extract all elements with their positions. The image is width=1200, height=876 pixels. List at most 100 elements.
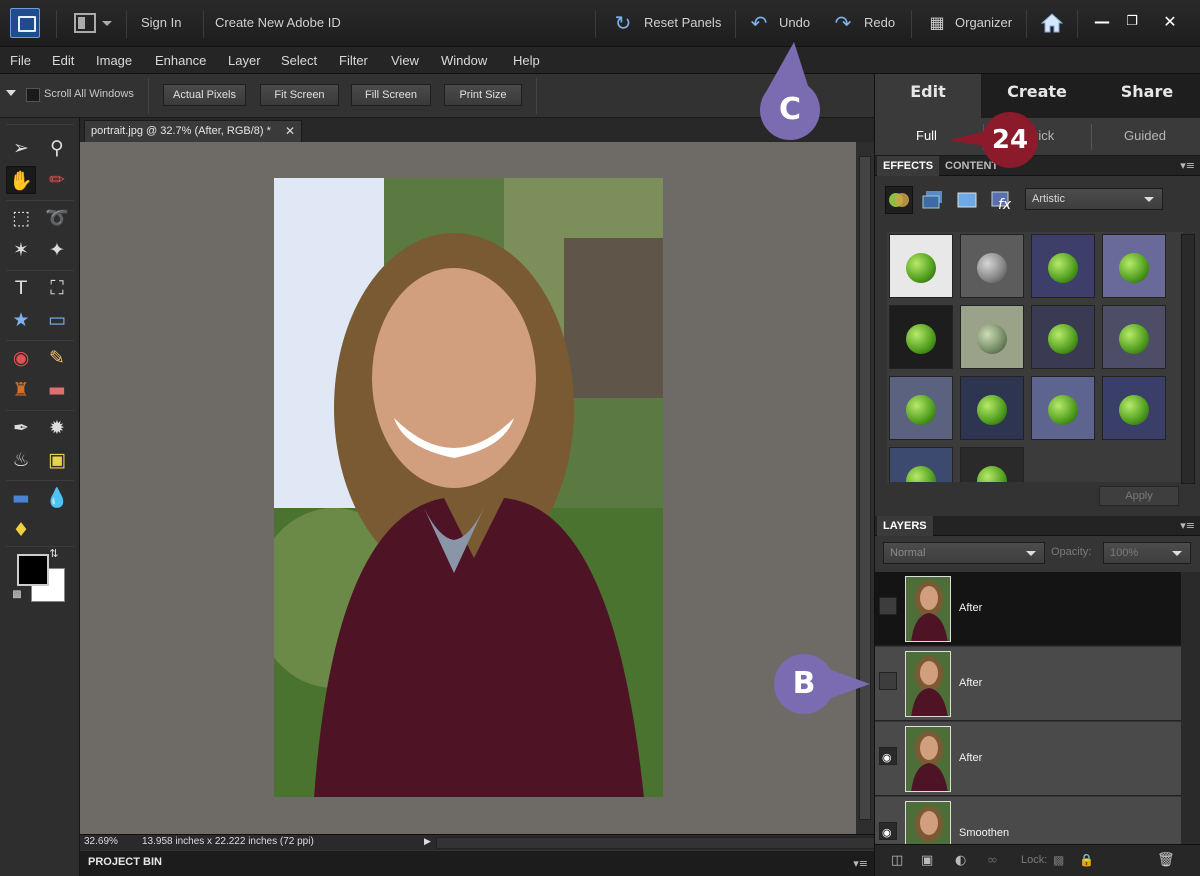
blur-tool-icon[interactable]: 💧: [42, 484, 72, 512]
effect-thumbnail[interactable]: [889, 376, 953, 440]
actual-pixels-button[interactable]: Actual Pixels: [163, 84, 246, 106]
marquee-tool-icon[interactable]: ⬚: [6, 204, 36, 232]
lasso-tool-icon[interactable]: ➰: [42, 204, 72, 232]
menu-edit[interactable]: Edit: [52, 53, 74, 68]
undo-button[interactable]: Undo: [779, 15, 810, 30]
effect-thumbnail[interactable]: [889, 447, 953, 482]
zoom-tool-icon[interactable]: ⚲: [42, 134, 72, 162]
brush-tool-icon[interactable]: ✒: [6, 414, 36, 442]
layer-row[interactable]: ◉ Smoothen: [875, 797, 1181, 845]
portrait-photo[interactable]: [274, 178, 663, 797]
scroll-all-windows-checkbox[interactable]: [26, 88, 40, 102]
eraser-tool-icon[interactable]: ▬: [42, 376, 72, 404]
effect-thumbnail[interactable]: [960, 234, 1024, 298]
foreground-color-swatch[interactable]: [17, 554, 49, 586]
effect-thumbnail[interactable]: [889, 234, 953, 298]
menu-image[interactable]: Image: [96, 53, 132, 68]
menu-help[interactable]: Help: [513, 53, 540, 68]
reset-panels-button[interactable]: Reset Panels: [644, 15, 721, 30]
filters-icon[interactable]: [885, 186, 913, 214]
adjustment-layer-icon[interactable]: ◐: [955, 853, 966, 868]
panel-menu-icon[interactable]: ▾≡: [1180, 159, 1195, 172]
tab-edit[interactable]: Edit: [875, 74, 981, 118]
effect-thumbnail[interactable]: [960, 447, 1024, 482]
layer-visibility-toggle[interactable]: ◉: [879, 747, 897, 765]
restore-button[interactable]: ❐: [1120, 10, 1144, 34]
lock-all-icon[interactable]: 🔒: [1079, 853, 1094, 867]
close-icon[interactable]: ✕: [285, 124, 295, 138]
chevron-down-icon[interactable]: [102, 21, 112, 26]
organizer-button[interactable]: Organizer: [955, 15, 1012, 30]
fill-screen-button[interactable]: Fill Screen: [351, 84, 431, 106]
effects-category-select[interactable]: Artistic: [1025, 188, 1163, 210]
effect-thumbnail[interactable]: [960, 376, 1024, 440]
organizer-icon[interactable]: ▦: [926, 12, 948, 34]
effect-thumbnail[interactable]: [1102, 376, 1166, 440]
menu-enhance[interactable]: Enhance: [155, 53, 206, 68]
crop-tool-icon[interactable]: ⛶: [42, 274, 72, 302]
effect-thumbnail[interactable]: [1031, 305, 1095, 369]
effect-thumbnail[interactable]: [889, 305, 953, 369]
create-adobe-id-link[interactable]: Create New Adobe ID: [215, 15, 341, 30]
arrange-documents-icon[interactable]: [74, 13, 96, 33]
menu-window[interactable]: Window: [441, 53, 487, 68]
tab-full[interactable]: Full: [916, 128, 937, 143]
effect-thumbnail[interactable]: [1102, 234, 1166, 298]
effect-thumbnail[interactable]: [1031, 376, 1095, 440]
magic-wand-tool-icon[interactable]: ✶: [6, 236, 36, 264]
document-vertical-scrollbar[interactable]: [856, 142, 874, 834]
effect-thumbnail[interactable]: [1031, 234, 1095, 298]
redo-icon[interactable]: ↷: [832, 12, 854, 34]
sign-in-link[interactable]: Sign In: [141, 15, 181, 30]
blend-mode-select[interactable]: Normal: [883, 542, 1045, 564]
spot-healing-tool-icon[interactable]: ✎: [42, 344, 72, 372]
layer-visibility-toggle[interactable]: [879, 672, 897, 690]
sponge-tool-icon[interactable]: ♦: [6, 516, 36, 544]
cookie-cutter-tool-icon[interactable]: ★: [6, 306, 36, 334]
tab-effects[interactable]: EFFECTS: [877, 156, 940, 176]
panel-menu-icon[interactable]: ▾≡: [853, 857, 868, 870]
lock-transparency-icon[interactable]: ▩: [1053, 853, 1064, 867]
link-layers-icon[interactable]: ∞: [987, 853, 998, 868]
menu-file[interactable]: File: [10, 53, 31, 68]
opacity-field[interactable]: 100%: [1103, 542, 1191, 564]
paint-bucket-tool-icon[interactable]: ♨: [6, 446, 36, 474]
red-eye-tool-icon[interactable]: ◉: [6, 344, 36, 372]
menu-layer[interactable]: Layer: [228, 53, 261, 68]
document-horizontal-scrollbar[interactable]: [436, 837, 920, 849]
project-bin-header[interactable]: PROJECT BIN ▾≡: [80, 850, 874, 876]
layer-visibility-toggle[interactable]: ◉: [879, 822, 897, 840]
fit-screen-button[interactable]: Fit Screen: [260, 84, 339, 106]
type-tool-icon[interactable]: T: [6, 274, 36, 302]
layer-row[interactable]: ◉ After: [875, 722, 1181, 796]
status-menu-arrow-icon[interactable]: ▶: [424, 836, 431, 847]
scrollbar-thumb[interactable]: [859, 156, 871, 820]
show-all-icon[interactable]: fx: [987, 186, 1015, 214]
tool-preset-dropdown-icon[interactable]: [6, 90, 16, 96]
tab-layers[interactable]: LAYERS: [877, 516, 933, 536]
document-tab[interactable]: portrait.jpg @ 32.7% (After, RGB/8) * ✕: [84, 120, 302, 142]
default-colors-icon[interactable]: ▩: [10, 588, 24, 602]
photo-effects-icon[interactable]: [953, 186, 981, 214]
smart-brush-tool-icon[interactable]: ✹: [42, 414, 72, 442]
close-button[interactable]: ✕: [1158, 10, 1182, 34]
minimize-button[interactable]: —: [1090, 10, 1114, 34]
effects-scrollbar[interactable]: [1181, 234, 1195, 484]
straighten-tool-icon[interactable]: ▭: [42, 306, 72, 334]
trash-icon[interactable]: 🗑: [1157, 852, 1175, 868]
menu-view[interactable]: View: [391, 53, 419, 68]
apply-button[interactable]: Apply: [1099, 486, 1179, 506]
layer-mask-icon[interactable]: ▣: [921, 853, 933, 868]
zoom-level[interactable]: 32.69%: [84, 836, 118, 847]
eyedropper-tool-icon[interactable]: ✏: [42, 166, 72, 194]
effect-thumbnail[interactable]: [1102, 305, 1166, 369]
undo-icon[interactable]: ↶: [748, 12, 770, 34]
home-icon[interactable]: [1040, 11, 1064, 35]
tab-guided[interactable]: Guided: [1124, 128, 1166, 143]
layer-row[interactable]: After: [875, 572, 1181, 646]
layer-row[interactable]: After: [875, 647, 1181, 721]
move-tool-icon[interactable]: ➢: [6, 134, 36, 162]
new-layer-icon[interactable]: ◫: [891, 853, 903, 868]
tab-share[interactable]: Share: [1093, 74, 1200, 118]
layers-scrollbar[interactable]: [1181, 572, 1200, 846]
